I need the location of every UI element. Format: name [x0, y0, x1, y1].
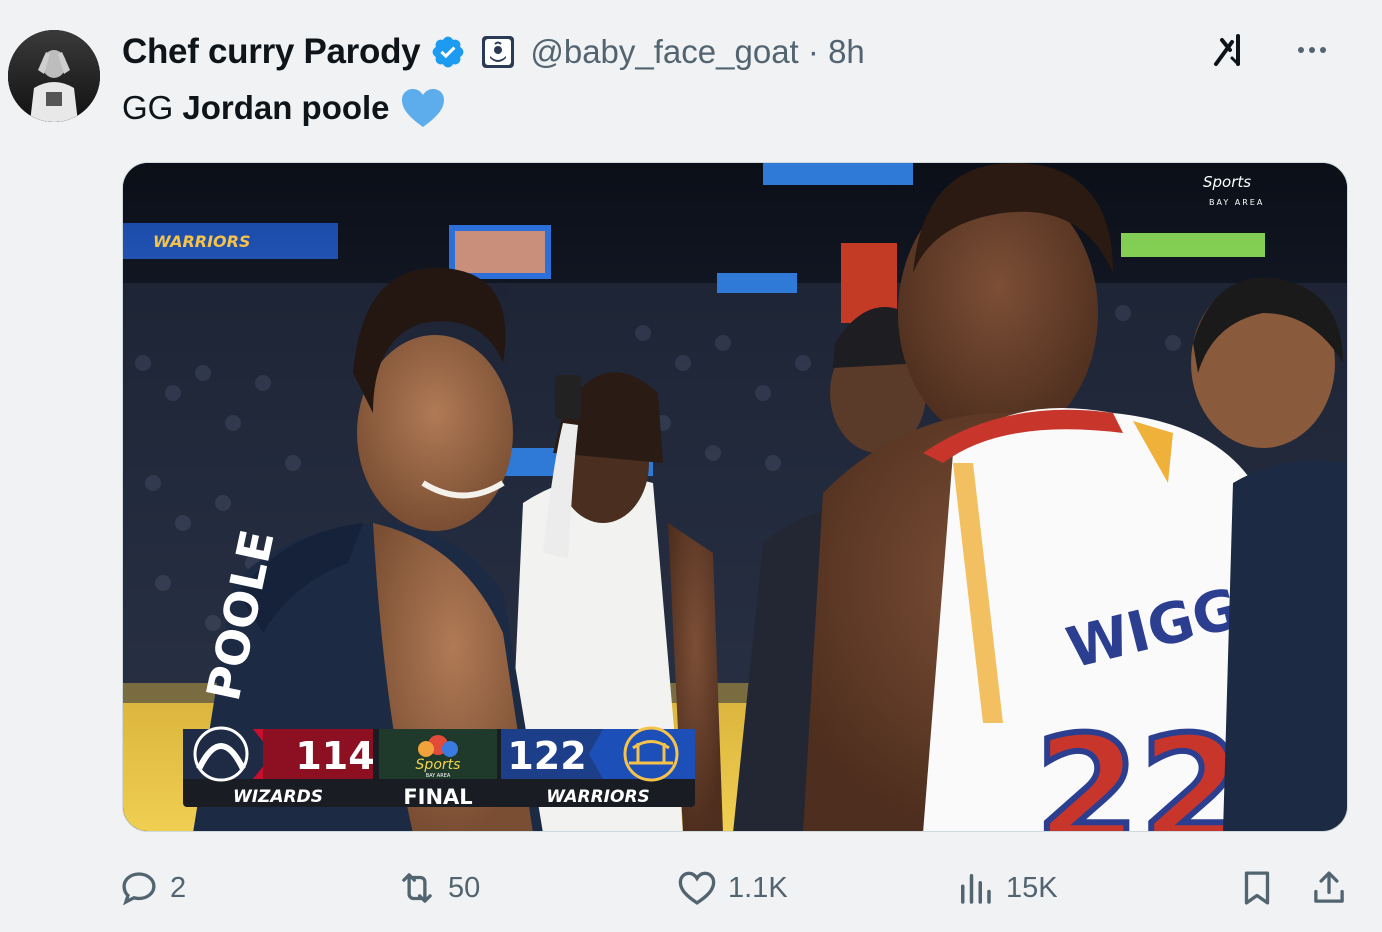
reply-count: 2	[170, 871, 187, 904]
affiliate-badge-icon[interactable]	[480, 34, 516, 70]
arena-banner-text: WARRIORS	[153, 232, 251, 251]
blue-heart-emoji-icon	[401, 89, 444, 127]
views-count: 15K	[1006, 871, 1058, 904]
views-chart-icon	[961, 874, 991, 904]
reply-icon	[122, 872, 156, 906]
author-display-name[interactable]: Chef curry Parody	[122, 32, 421, 72]
views-button[interactable]: 15K	[954, 862, 1058, 914]
tweet-media-image[interactable]: WARRIORS Sports BAY AREA POOLE WIGGINS 2…	[122, 162, 1348, 832]
like-button[interactable]: 1.1K	[676, 862, 788, 914]
scoreboard: 114 WIZARDS Sports BAY AREA FINAL 122 WA…	[183, 726, 695, 809]
scoreboard-logo-text: Sports	[416, 757, 461, 773]
verified-badge-icon[interactable]	[430, 34, 466, 70]
tweet-time[interactable]: 8h	[828, 33, 865, 70]
tweet-text-bold: Jordan poole	[182, 89, 390, 126]
network-logo-sub: BAY AREA	[1209, 198, 1264, 207]
home-team: WARRIORS	[546, 787, 650, 807]
heart-icon	[678, 871, 716, 905]
game-status: FINAL	[403, 785, 472, 809]
bookmark-button[interactable]	[1236, 862, 1278, 914]
grok-icon[interactable]	[1210, 30, 1250, 70]
bookmark-icon	[1244, 871, 1270, 905]
home-score: 122	[507, 734, 586, 778]
away-team: WIZARDS	[233, 787, 323, 807]
repost-icon	[402, 873, 432, 903]
tweet-header: Chef curry Parody @baby_face_goat · 8h	[122, 30, 1342, 74]
author-handle-line[interactable]: @baby_face_goat · 8h	[530, 33, 864, 71]
avatar[interactable]	[8, 30, 100, 122]
tweet-text-plain: GG	[122, 89, 174, 126]
author-handle[interactable]: @baby_face_goat	[530, 33, 798, 70]
meta-separator: ·	[807, 33, 819, 70]
network-logo-text: Sports	[1203, 173, 1251, 191]
more-options-icon[interactable]	[1292, 30, 1332, 70]
jersey-right-number: 22	[1035, 705, 1244, 832]
share-button[interactable]	[1308, 862, 1350, 914]
repost-button[interactable]: 50	[396, 862, 480, 914]
tweet-text: GG Jordan poole	[122, 87, 446, 129]
scoreboard-logo-sub: BAY AREA	[426, 773, 451, 779]
reply-button[interactable]: 2	[118, 862, 186, 914]
away-score: 114	[295, 734, 374, 778]
share-icon	[1314, 871, 1344, 903]
tweet-action-bar: 2 50 1.1K 15K	[118, 862, 1358, 914]
like-count: 1.1K	[728, 871, 788, 904]
repost-count: 50	[448, 871, 481, 904]
